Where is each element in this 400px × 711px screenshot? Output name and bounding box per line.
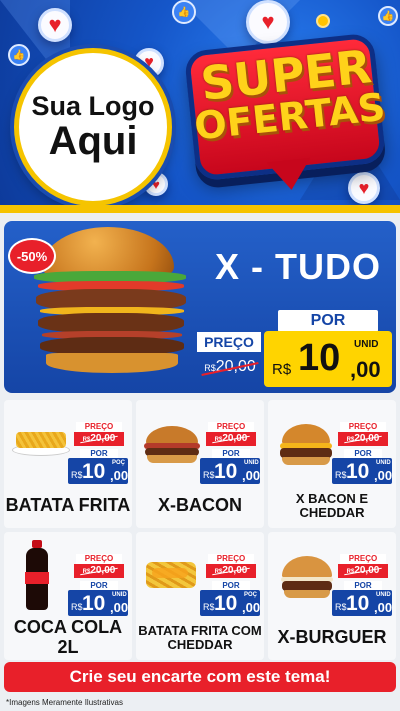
old-price-value: R$20,00 bbox=[206, 564, 256, 578]
new-price-label: POR bbox=[80, 581, 118, 590]
old-price-label: PREÇO bbox=[340, 422, 386, 432]
logo-text-line1: Sua Logo bbox=[31, 90, 155, 121]
flyer: ♥ ♥ ♥ ♥ ♥ 👍 👍 👍 Sua Logo Aqui SUPER OFER… bbox=[0, 0, 400, 711]
product-card-1: PREÇO R$20,00 POR R$ 10 POÇ ,00 BATATA F… bbox=[4, 400, 132, 528]
product-name: X BACON E CHEDDAR bbox=[295, 490, 369, 520]
new-price-label: POR bbox=[80, 449, 118, 458]
price-tag: R$ 10 POÇ ,00 bbox=[68, 458, 128, 484]
product-image bbox=[140, 538, 206, 602]
product-name: BATATA FRITA COM CHEDDAR bbox=[138, 622, 262, 652]
featured-old-price: PREÇO R$20,00 bbox=[197, 332, 267, 384]
new-price-label: POR bbox=[278, 310, 378, 332]
like-icon: 👍 bbox=[8, 44, 30, 66]
unit-label: UNID bbox=[354, 339, 379, 350]
old-price-tag: PREÇO R$20,00 bbox=[334, 422, 392, 446]
price-decimal: ,00 bbox=[374, 600, 393, 615]
price-tag: R$ 10 UNID ,00 bbox=[332, 590, 392, 616]
heart-icon: ♥ bbox=[38, 8, 72, 42]
cta-banner[interactable]: Crie seu encarte com este tema! bbox=[4, 662, 396, 692]
unit-label: UNID bbox=[376, 592, 391, 598]
logo-text-line2: Aqui bbox=[48, 119, 138, 164]
new-price-label: POR bbox=[212, 449, 250, 458]
product-name: X-BURGUER bbox=[277, 627, 387, 648]
product-name: BATATA FRITA bbox=[5, 495, 131, 516]
old-price-value: R$20,00 bbox=[74, 564, 124, 578]
old-price-label: PREÇO bbox=[208, 422, 254, 432]
unit-label: UNID bbox=[376, 460, 391, 466]
price-integer: 10 bbox=[346, 592, 370, 615]
price-decimal: ,00 bbox=[374, 468, 393, 483]
product-card-4: PREÇO R$20,00 POR R$ 10 UNID ,00 COCA CO… bbox=[4, 532, 132, 660]
old-price-value: R$20,00 bbox=[74, 432, 124, 446]
like-icon: 👍 bbox=[378, 6, 398, 26]
product-card-3: PREÇO R$20,00 POR R$ 10 UNID ,00 X BACON… bbox=[268, 400, 396, 528]
heart-icon: ♥ bbox=[348, 172, 380, 204]
product-image bbox=[8, 538, 74, 610]
old-price-tag: PREÇO R$20,00 bbox=[202, 554, 260, 578]
product-image bbox=[272, 538, 338, 602]
price-integer: 10 bbox=[346, 460, 370, 483]
price-integer: 10 bbox=[82, 592, 106, 615]
old-price-label: PREÇO bbox=[197, 332, 261, 352]
unit-label: POÇ bbox=[112, 460, 126, 466]
price-integer: 10 bbox=[214, 460, 238, 483]
product-name: COCA COLA 2L bbox=[13, 617, 123, 657]
price-tag: R$ 10 UNID ,00 bbox=[200, 458, 260, 484]
old-price-tag: PREÇO R$20,00 bbox=[202, 422, 260, 446]
price-integer: 10 bbox=[214, 592, 238, 615]
discount-badge: -50% bbox=[8, 238, 56, 274]
old-price-label: PREÇO bbox=[76, 422, 122, 432]
price-decimal: ,00 bbox=[110, 600, 129, 615]
currency: R$ bbox=[71, 602, 83, 612]
featured-product-name: X - TUDO bbox=[215, 246, 381, 287]
price-decimal: ,00 bbox=[242, 600, 261, 615]
old-price-value: R$20,00 bbox=[206, 432, 256, 446]
price-decimal: ,00 bbox=[110, 468, 129, 483]
like-icon bbox=[316, 14, 330, 28]
price-tag: R$ 10 POÇ ,00 bbox=[200, 590, 260, 616]
unit-label: POÇ bbox=[244, 592, 258, 598]
old-price-tag: PREÇO R$20,00 bbox=[334, 554, 392, 578]
price-decimal: ,00 bbox=[242, 468, 261, 483]
currency: R$ bbox=[272, 361, 292, 378]
currency: R$ bbox=[335, 602, 347, 612]
product-image bbox=[272, 406, 338, 470]
currency: R$ bbox=[203, 470, 215, 480]
footnote: *Imagens Meramente Ilustrativas bbox=[6, 698, 123, 707]
old-price-label: PREÇO bbox=[340, 554, 386, 564]
new-price-label: POR bbox=[344, 449, 382, 458]
featured-price-tag: R$ 10 UNID ,00 bbox=[264, 331, 392, 387]
price-tag: R$ 10 UNID ,00 bbox=[68, 590, 128, 616]
unit-label: UNID bbox=[112, 592, 127, 598]
old-price-label: PREÇO bbox=[208, 554, 254, 564]
currency: R$ bbox=[203, 602, 215, 612]
new-price-label: POR bbox=[212, 581, 250, 590]
product-name: X-BACON bbox=[158, 495, 242, 516]
price-integer: 10 bbox=[298, 337, 341, 379]
old-price-tag: PREÇO R$20,00 bbox=[70, 422, 128, 446]
old-price-value: R$20,00 bbox=[338, 564, 388, 578]
old-price-label: PREÇO bbox=[76, 554, 122, 564]
heart-icon: ♥ bbox=[246, 0, 290, 44]
old-price-tag: PREÇO R$20,00 bbox=[70, 554, 128, 578]
like-icon: 👍 bbox=[172, 0, 196, 24]
product-card-6: PREÇO R$20,00 POR R$ 10 UNID ,00 X-BURGU… bbox=[268, 532, 396, 660]
price-decimal: ,00 bbox=[350, 357, 381, 382]
product-image bbox=[140, 406, 206, 470]
new-price-label: POR bbox=[344, 581, 382, 590]
header-banner: ♥ ♥ ♥ ♥ ♥ 👍 👍 👍 Sua Logo Aqui SUPER OFER… bbox=[0, 0, 400, 213]
logo-placeholder: Sua Logo Aqui bbox=[14, 48, 172, 206]
price-integer: 10 bbox=[82, 460, 106, 483]
currency: R$ bbox=[71, 470, 83, 480]
price-tag: R$ 10 UNID ,00 bbox=[332, 458, 392, 484]
currency: R$ bbox=[335, 470, 347, 480]
product-card-5: PREÇO R$20,00 POR R$ 10 POÇ ,00 BATATA F… bbox=[136, 532, 264, 660]
old-price-value: R$20,00 bbox=[338, 432, 388, 446]
product-image bbox=[8, 406, 74, 470]
unit-label: UNID bbox=[244, 460, 259, 466]
header-divider bbox=[0, 205, 400, 213]
speech-bubble-tail bbox=[266, 157, 314, 193]
product-card-2: PREÇO R$20,00 POR R$ 10 UNID ,00 X-BACON bbox=[136, 400, 264, 528]
